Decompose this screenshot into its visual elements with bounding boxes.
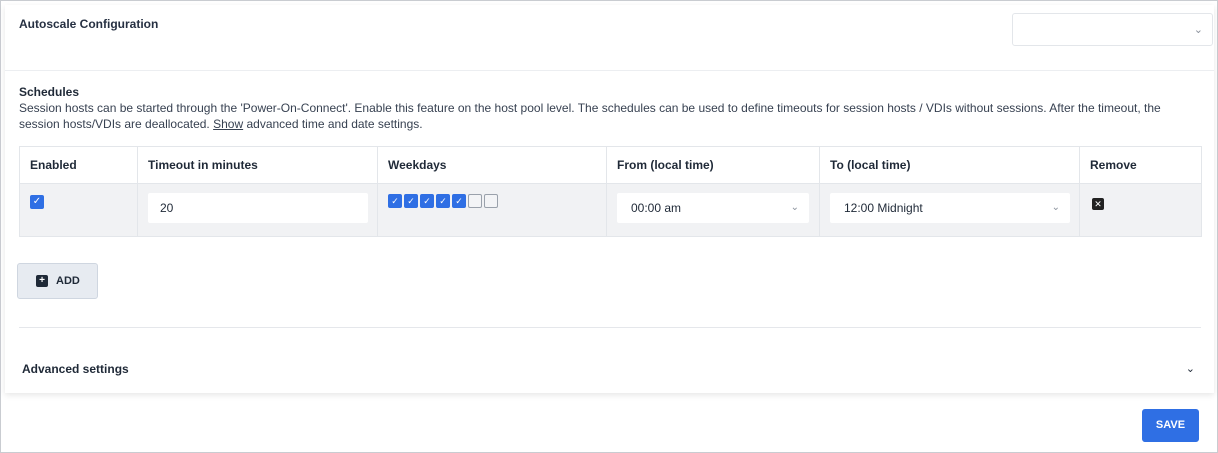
- advanced-settings-section[interactable]: Advanced settings ⌄: [5, 340, 1214, 393]
- weekday-checkbox-3[interactable]: ✓: [420, 194, 434, 208]
- schedules-description: Session hosts can be started through the…: [19, 100, 1189, 132]
- timeout-input[interactable]: 20: [148, 193, 368, 223]
- weekday-checkbox-7[interactable]: [484, 194, 498, 208]
- card-header: Autoscale Configuration ⌄: [5, 5, 1214, 71]
- weekday-checkbox-6[interactable]: [468, 194, 482, 208]
- show-advanced-link[interactable]: Show: [213, 117, 243, 131]
- table-row: ✓ 20 ✓ ✓ ✓ ✓ ✓ 00:00 am ⌄ 12:00 Midnight…: [19, 183, 1202, 237]
- add-button-label: ADD: [56, 275, 80, 287]
- column-header-to: To (local time): [819, 146, 1080, 184]
- add-schedule-button[interactable]: + ADD: [17, 263, 98, 299]
- divider: [19, 327, 1201, 328]
- chevron-down-icon: ⌄: [1185, 363, 1195, 375]
- enabled-checkbox[interactable]: ✓: [30, 195, 44, 209]
- weekday-checkbox-4[interactable]: ✓: [436, 194, 450, 208]
- schedules-title: Schedules: [19, 85, 80, 99]
- to-time-select[interactable]: 12:00 Midnight ⌄: [830, 193, 1070, 223]
- column-header-weekdays: Weekdays: [377, 146, 607, 184]
- to-cell: 12:00 Midnight ⌄: [819, 183, 1080, 237]
- column-header-from: From (local time): [606, 146, 820, 184]
- config-select[interactable]: ⌄: [1012, 13, 1213, 46]
- weekdays-cell: ✓ ✓ ✓ ✓ ✓: [377, 183, 607, 237]
- remove-cell: ✕: [1079, 183, 1202, 237]
- from-time-value: 00:00 am: [631, 201, 682, 215]
- weekday-checkbox-2[interactable]: ✓: [404, 194, 418, 208]
- from-time-select[interactable]: 00:00 am ⌄: [617, 193, 809, 223]
- description-text: Session hosts can be started through the…: [19, 101, 1161, 131]
- chevron-down-icon: ⌄: [790, 202, 799, 213]
- chevron-down-icon: ⌄: [1193, 24, 1203, 36]
- timeout-cell: 20: [137, 183, 378, 237]
- column-header-timeout: Timeout in minutes: [137, 146, 378, 184]
- column-header-enabled: Enabled: [19, 146, 138, 184]
- window-frame: Autoscale Configuration ⌄ Schedules Sess…: [0, 0, 1218, 453]
- table-header-row: Enabled Timeout in minutes Weekdays From…: [19, 146, 1202, 184]
- advanced-settings-title: Advanced settings: [22, 362, 129, 376]
- column-header-remove: Remove: [1079, 146, 1202, 184]
- save-button[interactable]: SAVE: [1142, 409, 1199, 442]
- weekday-checkboxes: ✓ ✓ ✓ ✓ ✓: [388, 194, 606, 208]
- plus-icon: +: [36, 275, 48, 287]
- weekday-checkbox-1[interactable]: ✓: [388, 194, 402, 208]
- remove-icon[interactable]: ✕: [1092, 198, 1104, 210]
- to-time-value: 12:00 Midnight: [844, 201, 923, 215]
- chevron-down-icon: ⌄: [1051, 202, 1060, 213]
- page-title: Autoscale Configuration: [19, 17, 159, 31]
- weekday-checkbox-5[interactable]: ✓: [452, 194, 466, 208]
- schedules-table: Enabled Timeout in minutes Weekdays From…: [19, 146, 1202, 237]
- description-text-end: advanced time and date settings.: [243, 117, 423, 131]
- enabled-cell: ✓: [19, 183, 138, 237]
- autoscale-card: Autoscale Configuration ⌄ Schedules Sess…: [5, 5, 1214, 393]
- from-cell: 00:00 am ⌄: [606, 183, 820, 237]
